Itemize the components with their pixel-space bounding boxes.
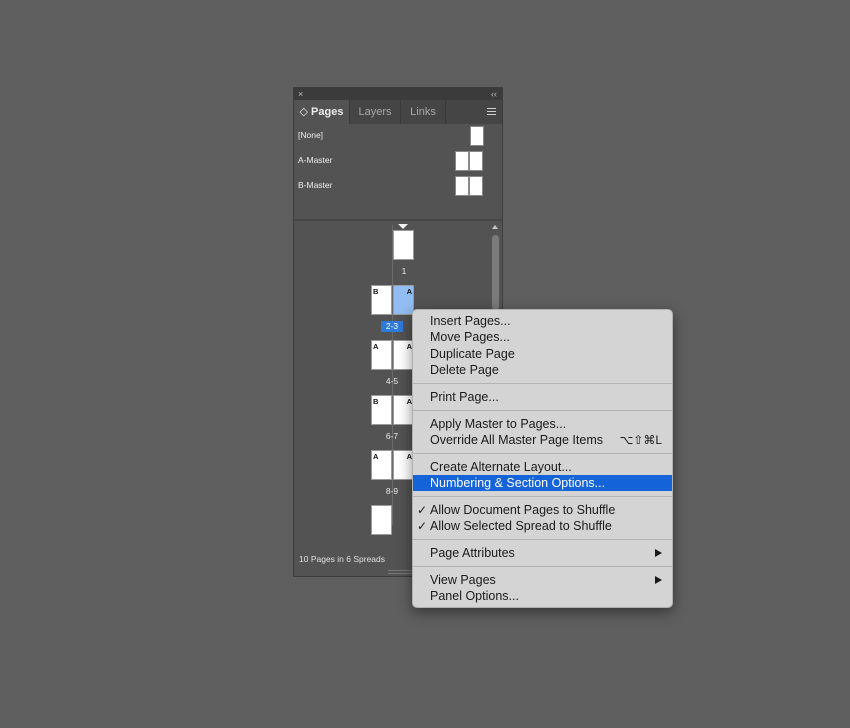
menu-panel-options[interactable]: Panel Options... (413, 588, 672, 604)
collapse-icon[interactable]: ‹‹ (491, 88, 497, 100)
master-a[interactable]: A-Master (294, 151, 502, 173)
menu-create-alternate-layout-label: Create Alternate Layout... (430, 460, 572, 474)
menu-apply-master-label: Apply Master to Pages... (430, 417, 567, 431)
menu-panel-options-label: Panel Options... (430, 589, 519, 603)
page-2-master-letter: B (373, 287, 379, 296)
master-none-thumbnail[interactable] (470, 126, 484, 146)
scroll-up-icon[interactable] (492, 225, 498, 229)
menu-page-attributes[interactable]: Page Attributes (413, 545, 672, 561)
page-2-thumbnail[interactable]: B (371, 285, 392, 315)
submenu-arrow-icon (655, 549, 662, 557)
menu-view-pages[interactable]: View Pages (413, 572, 672, 588)
master-b-label: B-Master (298, 180, 333, 190)
page-1-thumbnail[interactable] (393, 230, 414, 260)
pages-status: 10 Pages in 6 Spreads (299, 554, 386, 564)
spread-4-5-label: 4-5 (385, 376, 399, 386)
panel-title-bar: × ‹‹ (294, 88, 502, 100)
tab-links[interactable]: Links (401, 100, 446, 124)
menu-separator (413, 383, 672, 384)
menu-separator (413, 453, 672, 454)
menu-override-master-items-label: Override All Master Page Items (430, 433, 603, 447)
submenu-arrow-icon (655, 576, 662, 584)
tab-layers[interactable]: Layers (350, 100, 401, 124)
menu-print-page-label: Print Page... (430, 390, 499, 404)
page-8-thumbnail[interactable]: A (371, 450, 392, 480)
panel-menu-icon[interactable] (486, 105, 498, 119)
menu-separator (413, 410, 672, 411)
page-4-thumbnail[interactable]: A (371, 340, 392, 370)
menu-allow-spread-shuffle-label: Allow Selected Spread to Shuffle (430, 519, 612, 533)
page-8-master-letter: A (373, 452, 379, 461)
menu-insert-pages[interactable]: Insert Pages... (413, 313, 672, 329)
panel-resize-handle[interactable] (388, 570, 412, 574)
menu-duplicate-page[interactable]: Duplicate Page (413, 346, 672, 362)
page-1-label: 1 (401, 266, 407, 276)
master-b[interactable]: B-Master (294, 176, 502, 198)
section-divider[interactable] (294, 219, 502, 221)
page-5-thumbnail[interactable]: A (393, 340, 414, 370)
checkmark-icon: ✓ (417, 503, 428, 517)
menu-delete-page-label: Delete Page (430, 363, 499, 377)
menu-delete-page[interactable]: Delete Page (413, 362, 672, 378)
page-3-thumbnail[interactable]: A (393, 285, 414, 315)
scroll-thumb[interactable] (492, 235, 499, 310)
menu-override-master-items[interactable]: Override All Master Page Items ⌥⇧⌘L (413, 432, 672, 448)
master-a-label: A-Master (298, 155, 333, 165)
master-none[interactable]: [None] (294, 126, 502, 148)
master-b-left-thumbnail[interactable] (455, 176, 469, 196)
checkmark-icon: ✓ (417, 519, 428, 533)
menu-print-page[interactable]: Print Page... (413, 389, 672, 405)
menu-create-alternate-layout[interactable]: Create Alternate Layout... (413, 459, 672, 475)
tab-pages[interactable]: ◇ Pages (294, 100, 350, 124)
master-a-right-thumbnail[interactable] (469, 151, 483, 171)
page-10-thumbnail[interactable] (371, 505, 392, 535)
menu-allow-document-shuffle-label: Allow Document Pages to Shuffle (430, 503, 616, 517)
spread-6-7-label: 6-7 (385, 431, 399, 441)
page-6-thumbnail[interactable]: B (371, 395, 392, 425)
page-3-master-letter: A (406, 287, 412, 296)
panel-tabs: ◇ Pages Layers Links (294, 100, 502, 124)
menu-override-shortcut: ⌥⇧⌘L (619, 433, 662, 447)
page-9-thumbnail[interactable]: A (393, 450, 414, 480)
menu-duplicate-page-label: Duplicate Page (430, 347, 515, 361)
menu-insert-pages-label: Insert Pages... (430, 314, 511, 328)
spread-8-9-label: 8-9 (385, 486, 399, 496)
menu-move-pages-label: Move Pages... (430, 330, 510, 344)
menu-numbering-section-options-label: Numbering & Section Options... (430, 476, 606, 490)
menu-view-pages-label: View Pages (430, 573, 496, 587)
menu-allow-document-shuffle[interactable]: ✓ Allow Document Pages to Shuffle (413, 502, 672, 518)
menu-numbering-section-options[interactable]: Numbering & Section Options... (413, 475, 672, 491)
page-6-master-letter: B (373, 397, 379, 406)
page-4-master-letter: A (373, 342, 379, 351)
menu-move-pages[interactable]: Move Pages... (413, 329, 672, 345)
menu-separator (413, 539, 672, 540)
close-icon[interactable]: × (298, 88, 303, 100)
menu-allow-spread-shuffle[interactable]: ✓ Allow Selected Spread to Shuffle (413, 518, 672, 534)
page-7-thumbnail[interactable]: A (393, 395, 414, 425)
menu-apply-master[interactable]: Apply Master to Pages... (413, 416, 672, 432)
menu-separator (413, 566, 672, 567)
masters-section: [None] A-Master B-Master (294, 124, 502, 219)
master-b-right-thumbnail[interactable] (469, 176, 483, 196)
pages-context-menu: Insert Pages... Move Pages... Duplicate … (412, 309, 673, 608)
menu-page-attributes-label: Page Attributes (430, 546, 515, 560)
section-start-marker-icon (398, 224, 408, 229)
master-none-label: [None] (298, 130, 324, 140)
master-a-left-thumbnail[interactable] (455, 151, 469, 171)
spread-2-3-label: 2-3 (381, 321, 403, 332)
menu-separator (413, 496, 672, 497)
